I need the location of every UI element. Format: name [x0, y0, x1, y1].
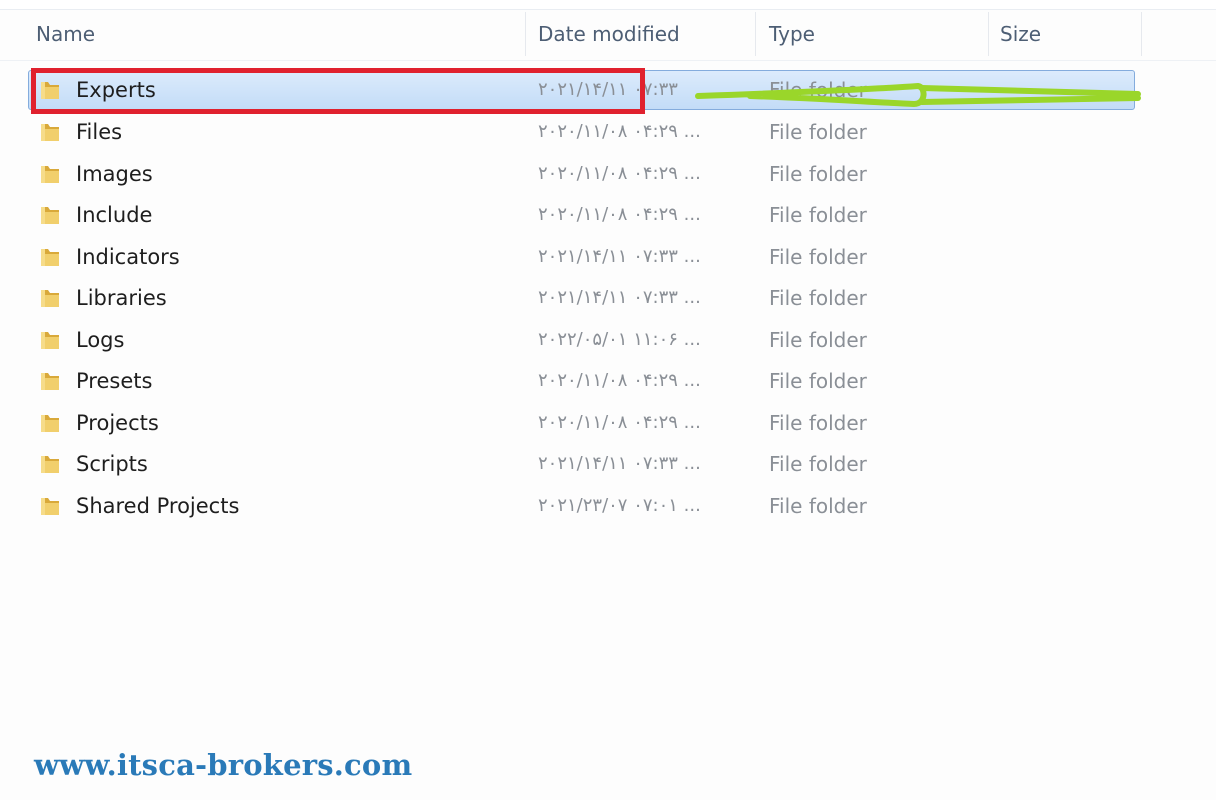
file-name: Logs	[76, 328, 125, 352]
file-date-modified: ۲۰۲۱/۱۴/۱۱ ۰۷:۳۳ ...	[538, 246, 701, 267]
file-date-modified: ۲۰۲۰/۱۱/۰۸ ۰۴:۲۹ ...	[538, 412, 701, 433]
file-row-experts[interactable]: Experts ۲۰۲۱/۱۴/۱۱ ۰۷:۳۳ File folder	[0, 70, 1216, 110]
top-strip	[0, 0, 1216, 9]
file-row-presets[interactable]: Presets ۲۰۲۰/۱۱/۰۸ ۰۴:۲۹ ... File folder	[0, 361, 1216, 401]
file-date-modified: ۲۰۲۱/۲۳/۰۷ ۰۷:۰۱ ...	[538, 495, 701, 516]
folder-icon	[41, 290, 59, 307]
file-name: Include	[76, 203, 153, 227]
file-type: File folder	[769, 452, 867, 476]
file-name: Images	[76, 162, 153, 186]
file-name: Scripts	[76, 452, 148, 476]
file-type: File folder	[769, 120, 867, 144]
file-row-logs[interactable]: Logs ۲۰۲۲/۰۵/۰۱ ۱۱:۰۶ ... File folder	[0, 320, 1216, 360]
folder-icon	[41, 373, 59, 390]
file-date-modified: ۲۰۲۰/۱۱/۰۸ ۰۴:۲۹ ...	[538, 121, 701, 142]
file-name: Experts	[76, 78, 156, 102]
file-type: File folder	[769, 411, 867, 435]
file-date-modified: ۲۰۲۰/۱۱/۰۸ ۰۴:۲۹ ...	[538, 370, 701, 391]
file-type: File folder	[769, 369, 867, 393]
column-divider[interactable]	[988, 12, 989, 56]
file-row-libraries[interactable]: Libraries ۲۰۲۱/۱۴/۱۱ ۰۷:۳۳ ... File folder	[0, 278, 1216, 318]
column-divider[interactable]	[755, 12, 756, 56]
folder-icon	[41, 415, 59, 432]
file-date-modified: ۲۰۲۰/۱۱/۰۸ ۰۴:۲۹ ...	[538, 204, 701, 225]
column-header-size[interactable]: Size	[1000, 10, 1041, 60]
file-row-projects[interactable]: Projects ۲۰۲۰/۱۱/۰۸ ۰۴:۲۹ ... File folder	[0, 403, 1216, 443]
file-explorer: Name Date modified Type Size Experts ۲۰۲۱…	[0, 0, 1216, 800]
folder-icon	[41, 82, 59, 99]
file-row-images[interactable]: Images ۲۰۲۰/۱۱/۰۸ ۰۴:۲۹ ... File folder	[0, 154, 1216, 194]
file-row-scripts[interactable]: Scripts ۲۰۲۱/۱۴/۱۱ ۰۷:۳۳ ... File folder	[0, 444, 1216, 484]
file-name: Presets	[76, 369, 153, 393]
file-type: File folder	[769, 245, 867, 269]
file-name: Indicators	[76, 245, 180, 269]
file-type: File folder	[769, 328, 867, 352]
file-name: Libraries	[76, 286, 167, 310]
file-type: File folder	[769, 203, 867, 227]
file-date-modified: ۲۰۲۱/۱۴/۱۱ ۰۷:۳۳ ...	[538, 287, 701, 308]
file-name: Files	[76, 120, 123, 144]
folder-icon	[41, 249, 59, 266]
file-date-modified: ۲۰۲۱/۱۴/۱۱ ۰۷:۳۳ ...	[538, 453, 701, 474]
file-date-modified: ۲۰۲۰/۱۱/۰۸ ۰۴:۲۹ ...	[538, 163, 701, 184]
watermark-text: www.itsca-brokers.com	[34, 748, 413, 782]
file-type: File folder	[769, 494, 867, 518]
column-header-date-modified[interactable]: Date modified	[538, 10, 680, 60]
folder-icon	[41, 498, 59, 515]
folder-icon	[41, 166, 59, 183]
file-row-include[interactable]: Include ۲۰۲۰/۱۱/۰۸ ۰۴:۲۹ ... File folder	[0, 195, 1216, 235]
column-divider[interactable]	[1141, 12, 1142, 56]
file-name: Shared Projects	[76, 494, 240, 518]
file-name: Projects	[76, 411, 159, 435]
file-row-shared-projects[interactable]: Shared Projects ۲۰۲۱/۲۳/۰۷ ۰۷:۰۱ ... File …	[0, 486, 1216, 526]
column-header-name[interactable]: Name	[36, 10, 95, 60]
folder-icon	[41, 456, 59, 473]
folder-icon	[41, 207, 59, 224]
folder-icon	[41, 124, 59, 141]
file-date-modified: ۲۰۲۲/۰۵/۰۱ ۱۱:۰۶ ...	[538, 329, 701, 350]
column-header-type[interactable]: Type	[769, 10, 815, 60]
file-row-indicators[interactable]: Indicators ۲۰۲۱/۱۴/۱۱ ۰۷:۳۳ ... File folde…	[0, 237, 1216, 277]
file-type: File folder	[769, 162, 867, 186]
file-type: File folder	[769, 78, 867, 102]
folder-icon	[41, 332, 59, 349]
file-date-modified: ۲۰۲۱/۱۴/۱۱ ۰۷:۳۳	[538, 79, 678, 100]
column-header-bar: Name Date modified Type Size	[0, 9, 1216, 61]
column-divider[interactable]	[525, 12, 526, 56]
file-type: File folder	[769, 286, 867, 310]
file-row-files[interactable]: Files ۲۰۲۰/۱۱/۰۸ ۰۴:۲۹ ... File folder	[0, 112, 1216, 152]
